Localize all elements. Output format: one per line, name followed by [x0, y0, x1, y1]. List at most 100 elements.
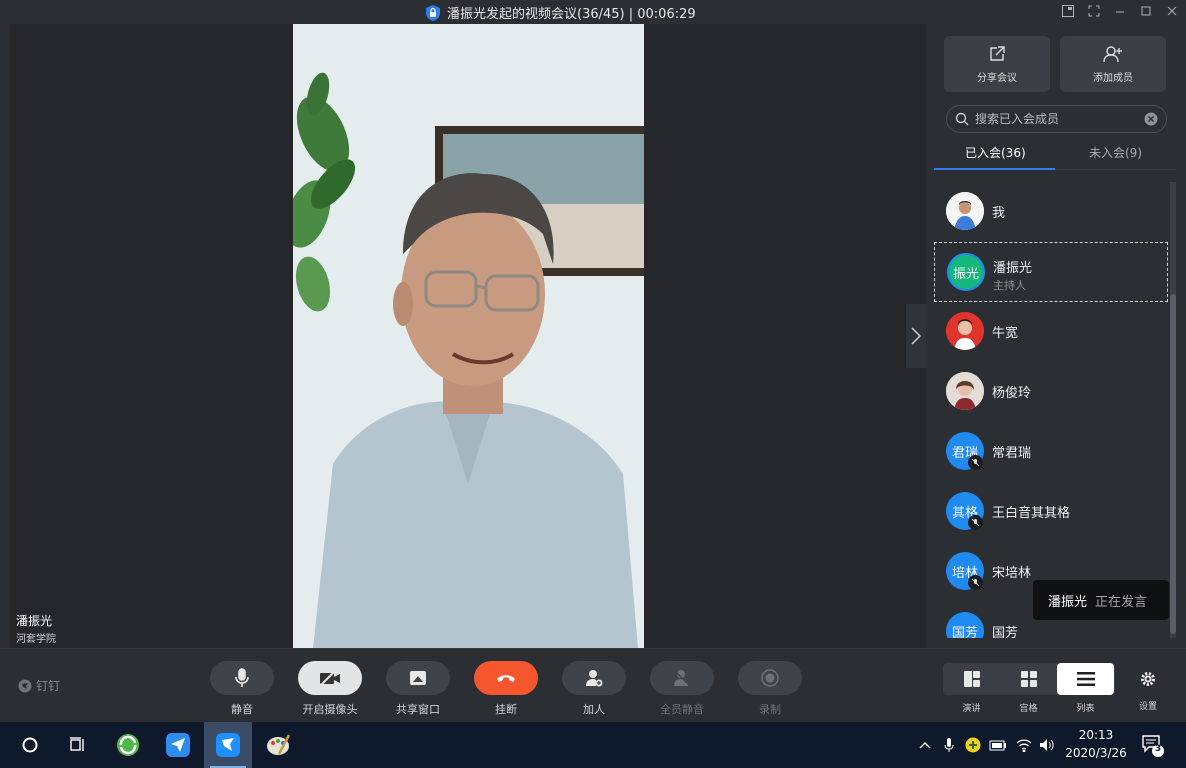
avatar-text: 振光: [952, 266, 979, 282]
record-button-pill: [738, 661, 802, 695]
camera-button-pill: [298, 661, 362, 695]
pip-icon[interactable]: [1060, 2, 1076, 20]
dingtalk-logo-icon: [18, 679, 32, 692]
browser-app-icon: [117, 734, 139, 756]
clear-icon[interactable]: [1144, 112, 1158, 126]
dingtalk-app-icon: [216, 733, 240, 757]
app-brand: 钉钉: [18, 677, 60, 694]
mute-label: 静音: [231, 703, 253, 716]
add-person-button[interactable]: 加人: [562, 661, 626, 717]
member-list: 我 振光 潘振光 主持人 牛宽 杨俊玲 君瑞 常君瑞 其格 王白音其其格 培林 …: [934, 182, 1168, 638]
settings-label: 设置: [1138, 702, 1157, 712]
taskbar-app-feishu[interactable]: [154, 722, 202, 768]
add-member-button[interactable]: 添加成员: [1060, 36, 1166, 92]
main-video-area[interactable]: 潘振光 河套学院: [10, 24, 926, 648]
member-name: 牛宽: [992, 326, 1019, 341]
tray-battery[interactable]: [986, 722, 1010, 768]
record-icon: [761, 669, 779, 687]
volume-icon: [1040, 739, 1054, 751]
video-feed: [293, 24, 644, 648]
security-shield-icon: [426, 4, 440, 21]
action-center-button[interactable]: 3: [1140, 732, 1166, 758]
grid-layout-icon: [1020, 671, 1037, 687]
share-window-button[interactable]: 共享窗口: [386, 661, 450, 717]
camera-button[interactable]: 开启摄像头: [298, 661, 362, 717]
list-item-selected[interactable]: 振光 潘振光 主持人: [934, 242, 1168, 302]
clock-time: 20:13: [1078, 728, 1114, 742]
notification-icon: [1142, 735, 1164, 757]
speaker-org-label: 河套学院: [16, 634, 56, 645]
list-item[interactable]: 君瑞 常君瑞: [934, 422, 1168, 482]
layout-labels: 演讲 宫格 列表: [943, 701, 1115, 714]
mute-all-button[interactable]: 全员静音: [650, 661, 714, 717]
taskbar-clock[interactable]: 20:13 2020/3/26: [1064, 726, 1128, 762]
list-item[interactable]: 杨俊玲: [934, 362, 1168, 422]
layout-switcher: [943, 663, 1115, 695]
search-icon: [955, 112, 969, 126]
minimize-icon[interactable]: [1112, 2, 1128, 20]
tray-plus-icon: [965, 737, 981, 753]
add-person-icon: [586, 670, 603, 687]
cortana-search-button[interactable]: [6, 722, 54, 768]
cortana-circle-icon: [22, 737, 38, 753]
member-list-scroll-thumb[interactable]: [1170, 294, 1176, 634]
record-button[interactable]: 录制: [738, 661, 802, 717]
settings-button[interactable]: 设置: [1134, 671, 1162, 712]
tab-not-joined[interactable]: 未入会(9): [1089, 144, 1142, 161]
hangup-button[interactable]: 挂断: [474, 661, 538, 717]
share-meeting-button[interactable]: 分享会议: [944, 36, 1050, 92]
member-search: [946, 105, 1167, 133]
show-hidden-icons-button[interactable]: [916, 722, 934, 768]
tray-network[interactable]: [1012, 722, 1036, 768]
maximize-icon[interactable]: [1138, 2, 1154, 20]
paper-plane-app-icon: [166, 733, 190, 757]
mute-button[interactable]: 静音: [210, 661, 274, 717]
add-user-icon: [1103, 45, 1122, 62]
add-person-button-pill: [562, 661, 626, 695]
hangup-label: 挂断: [495, 703, 517, 716]
paint-palette-icon: [267, 734, 291, 755]
taskbar-app-paint[interactable]: [254, 722, 302, 768]
list-item[interactable]: 牛宽: [934, 302, 1168, 362]
member-name: 常君瑞: [992, 446, 1032, 461]
fullscreen-icon[interactable]: [1086, 2, 1102, 20]
mic-off-icon: [968, 455, 983, 470]
tray-volume[interactable]: [1036, 722, 1058, 768]
task-view-button[interactable]: [54, 722, 102, 768]
notification-count: 3: [1154, 744, 1162, 754]
tray-microphone[interactable]: [938, 722, 960, 768]
search-input[interactable]: [975, 112, 1144, 126]
tab-joined[interactable]: 已入会(36): [965, 144, 1026, 161]
presenter-layout-icon: [963, 671, 980, 687]
camera-label: 开启摄像头: [302, 703, 358, 716]
grid-view-button[interactable]: [1000, 663, 1057, 695]
mute-all-icon: [674, 670, 690, 686]
meeting-toolbar: 钉钉 静音 开启摄像头 共享窗口 挂断 加人 全员静音 录制 演讲 宫格 列表 …: [0, 648, 1186, 722]
avatar: 振光: [947, 253, 985, 291]
mic-off-icon: [968, 515, 983, 530]
list-item[interactable]: 其格 王白音其其格: [934, 482, 1168, 542]
member-name: 我: [992, 206, 1006, 221]
wifi-icon: [1016, 739, 1032, 752]
speaking-toast-name: 潘振光: [1048, 594, 1088, 610]
share-meeting-label: 分享会议: [977, 72, 1017, 84]
member-name: 宋培林: [992, 566, 1032, 581]
list-view-button[interactable]: [1057, 663, 1114, 695]
screen-share-icon: [410, 671, 426, 685]
speaker-name-label: 潘振光: [16, 614, 53, 628]
avatar: 国芳: [946, 612, 984, 638]
list-item[interactable]: 我: [934, 182, 1168, 242]
gear-icon: [1141, 672, 1155, 686]
taskbar-app-dingtalk[interactable]: [204, 722, 252, 768]
app-brand-label: 钉钉: [36, 679, 61, 693]
taskbar-app-browser[interactable]: [104, 722, 152, 768]
chevron-up-icon: [919, 742, 931, 749]
presenter-view-button[interactable]: [943, 663, 1000, 695]
avatar: [946, 192, 984, 230]
avatar: [946, 372, 984, 410]
close-icon[interactable]: [1164, 2, 1180, 20]
camera-off-icon: [320, 670, 340, 686]
grid-view-label: 宫格: [1019, 704, 1038, 714]
tray-app-icon[interactable]: [962, 722, 984, 768]
next-page-button[interactable]: [906, 304, 926, 368]
